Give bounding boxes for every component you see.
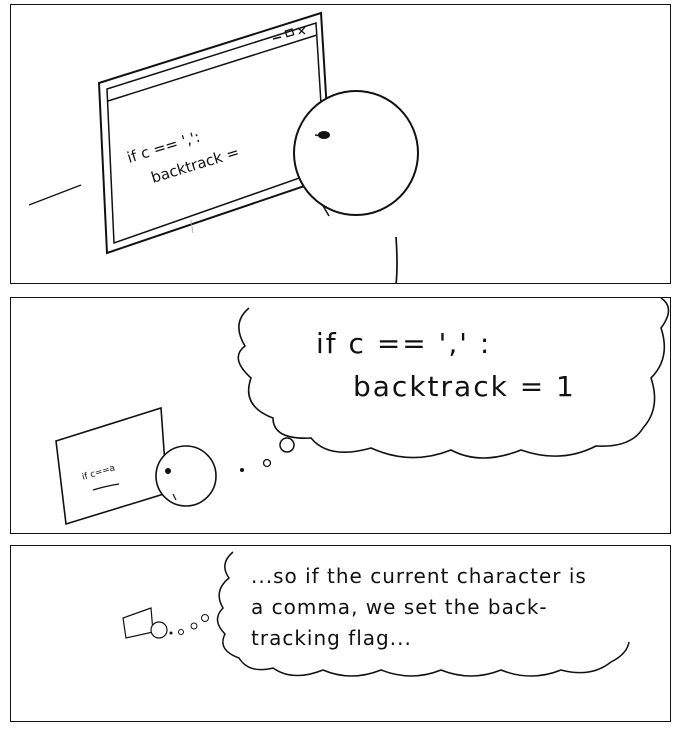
monitor-frame (97, 11, 333, 255)
thought-bubble-medium (262, 458, 272, 468)
narration-line-1: ...so if the current character is (251, 564, 587, 588)
thought-bubble-small (240, 468, 244, 472)
window-title-bar (107, 34, 318, 102)
monitor-screen (106, 21, 326, 245)
narration-text-block: ...so if the current character is a comm… (11, 546, 670, 721)
panel-2-drawing: if c == ',' : backtrack = 1 if c==a (55, 298, 670, 526)
thought-code-line-1: if c == ',' : (316, 327, 491, 360)
small-character-eye (165, 468, 171, 474)
panel-1-drawing: if c == ',': backtrack = (28, 11, 419, 283)
small-character-head (155, 445, 217, 507)
narration-line-2: a comma, we set the back- (251, 595, 548, 619)
comic-panel-2: if c == ',' : backtrack = 1 if c==a (10, 297, 671, 534)
thought-code-line-2: backtrack = 1 (353, 370, 576, 403)
character-head (293, 90, 419, 216)
narration-line-3: tracking flag... (251, 626, 412, 650)
character-body (395, 236, 398, 283)
comic-panel-3: ...so if the current character is a comm… (10, 545, 671, 722)
floor-line (28, 184, 82, 206)
thought-bubble-large (279, 437, 295, 453)
window-buttons-icon (272, 26, 306, 40)
comic-panel-1: if c == ',': backtrack = (10, 4, 671, 284)
